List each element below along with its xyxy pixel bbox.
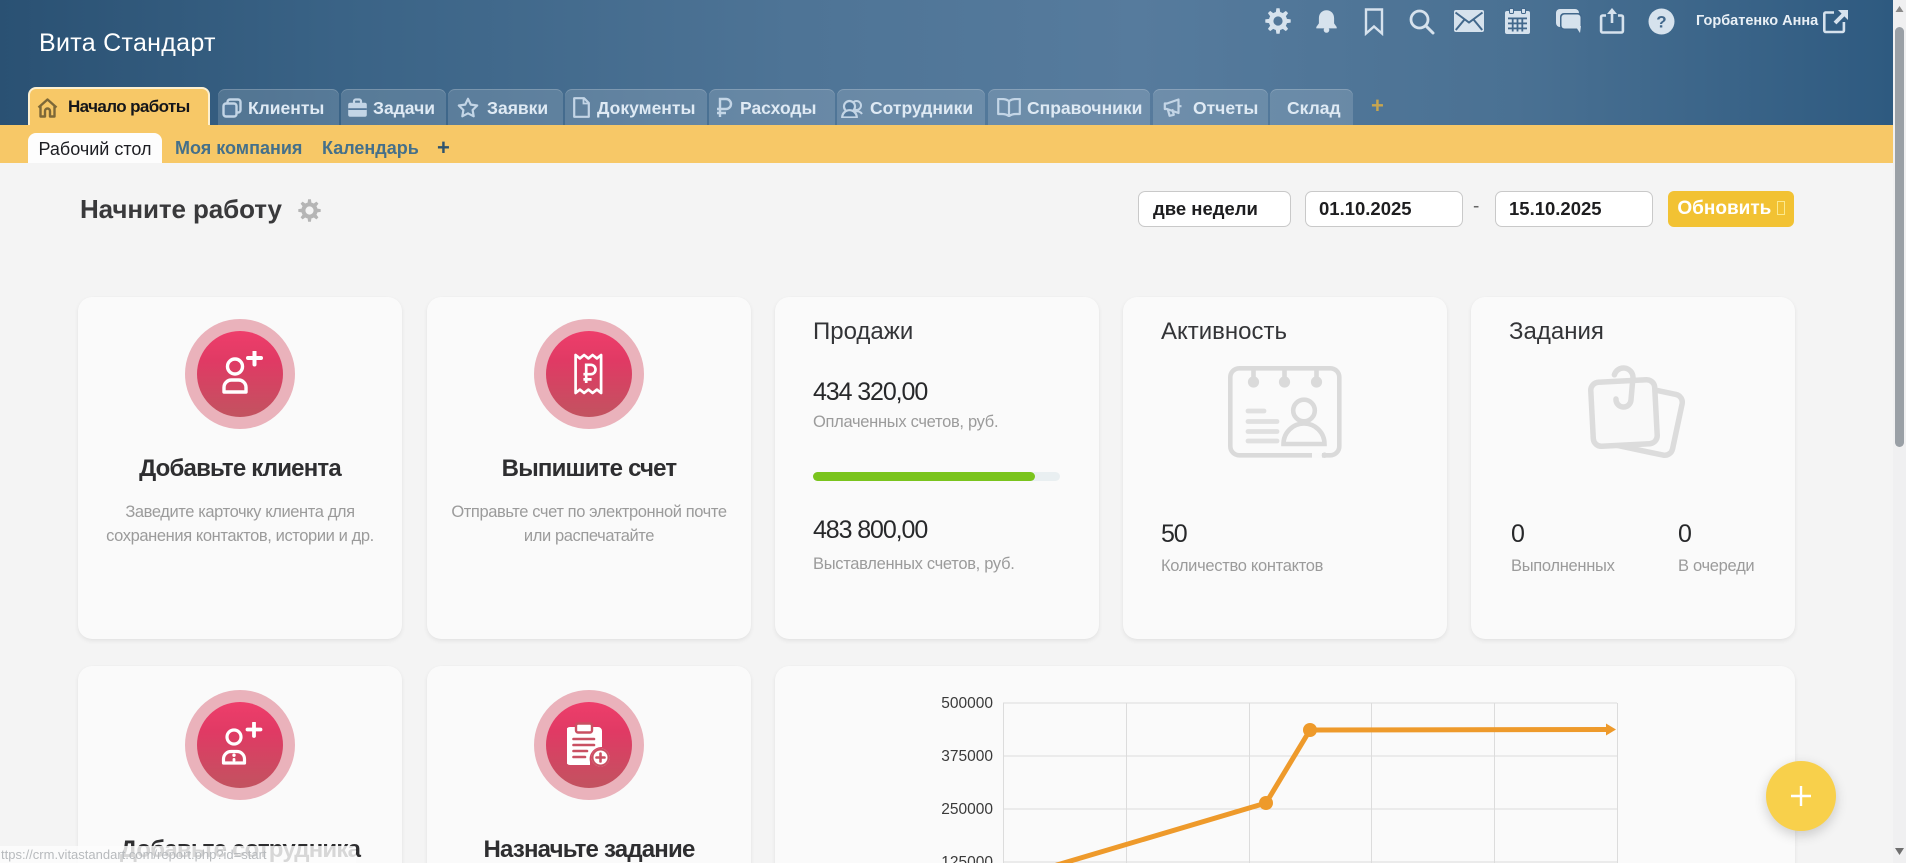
svg-text:500000: 500000 — [941, 695, 993, 712]
svg-text:?: ? — [1656, 13, 1666, 32]
svg-text:250000: 250000 — [941, 801, 993, 818]
svg-text:125000: 125000 — [941, 854, 993, 863]
svg-text:375000: 375000 — [941, 748, 993, 765]
